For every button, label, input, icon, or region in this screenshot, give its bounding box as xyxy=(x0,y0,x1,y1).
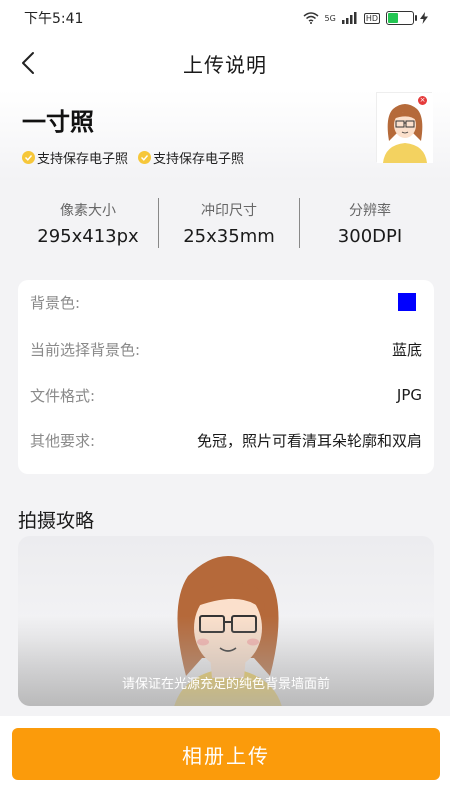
guide-caption: 请保证在光源充足的纯色背景墙面前 xyxy=(121,677,330,692)
signal-icon xyxy=(341,12,357,24)
feature-badge-label: 支持保存电子照 xyxy=(153,152,245,167)
page-title: 上传说明 xyxy=(183,52,267,77)
album-upload-button[interactable]: 相册上传 xyxy=(12,728,440,780)
info-key: 其他要求: xyxy=(30,431,96,450)
battery-icon xyxy=(386,11,417,25)
info-row-file-format: 文件格式: JPG xyxy=(30,383,422,407)
spec-label: 冲印尺寸 xyxy=(201,203,257,219)
status-time: 下午5:41 xyxy=(24,11,84,27)
feature-badge: 支持保存电子照 xyxy=(138,148,244,167)
status-icons: 5G HD xyxy=(303,11,428,25)
photo-specs: 像素大小 295x413px 冲印尺寸 25x35mm 分辨率 300DPI xyxy=(0,196,450,252)
info-key: 文件格式: xyxy=(30,386,96,405)
info-value: 蓝底 xyxy=(391,340,422,359)
spec-label: 像素大小 xyxy=(60,203,116,219)
background-color-swatch xyxy=(398,293,416,311)
info-value: JPG xyxy=(396,386,422,404)
hd-icon: HD xyxy=(363,12,380,24)
section-title-shooting-guide: 拍摄攻略 xyxy=(18,510,95,532)
check-icon xyxy=(22,151,35,164)
guide-overlay xyxy=(18,616,434,706)
feature-badges: 支持保存电子照 支持保存电子照 xyxy=(22,148,244,167)
navigation-bar: 上传说明 xyxy=(0,36,450,90)
spec-value: 25x35mm xyxy=(183,226,275,247)
network-type: 5G xyxy=(324,13,336,23)
sample-photo-thumbnail[interactable]: × xyxy=(376,92,433,163)
feature-badge-label: 支持保存电子照 xyxy=(37,152,129,167)
spec-value: 300DPI xyxy=(337,226,403,247)
shooting-guide-card[interactable]: 请保证在光源充足的纯色背景墙面前 xyxy=(18,536,434,706)
feature-badge: 支持保存电子照 xyxy=(22,148,128,167)
photo-info-card: 背景色: 当前选择背景色: 蓝底 文件格式: JPG 其他要求: 免冠，照片可看… xyxy=(18,280,434,474)
chevron-left-icon xyxy=(22,52,34,74)
info-row-other-requirements: 其他要求: 免冠，照片可看清耳朵轮廓和双肩 xyxy=(30,428,422,452)
back-button[interactable] xyxy=(12,46,44,80)
spec-resolution: 分辨率 300DPI xyxy=(300,196,440,252)
info-row-current-background: 当前选择背景色: 蓝底 xyxy=(30,337,422,361)
spec-label: 分辨率 xyxy=(349,203,391,219)
info-row-background-color: 背景色: xyxy=(30,290,422,314)
status-bar: 下午5:41 5G HD xyxy=(0,0,450,36)
info-key: 当前选择背景色: xyxy=(30,340,141,359)
spec-value: 295x413px xyxy=(37,226,139,247)
charging-icon xyxy=(420,12,428,24)
check-icon xyxy=(138,151,152,164)
photo-type-title: 一寸照 xyxy=(22,108,94,136)
wifi-icon xyxy=(303,12,319,24)
info-key: 背景色: xyxy=(30,293,81,312)
spec-pixel-size: 像素大小 295x413px xyxy=(18,196,158,252)
info-value: 免冠，照片可看清耳朵轮廓和双肩 xyxy=(196,431,422,450)
close-icon[interactable]: × xyxy=(418,96,427,105)
spec-print-size: 冲印尺寸 25x35mm xyxy=(159,196,299,252)
